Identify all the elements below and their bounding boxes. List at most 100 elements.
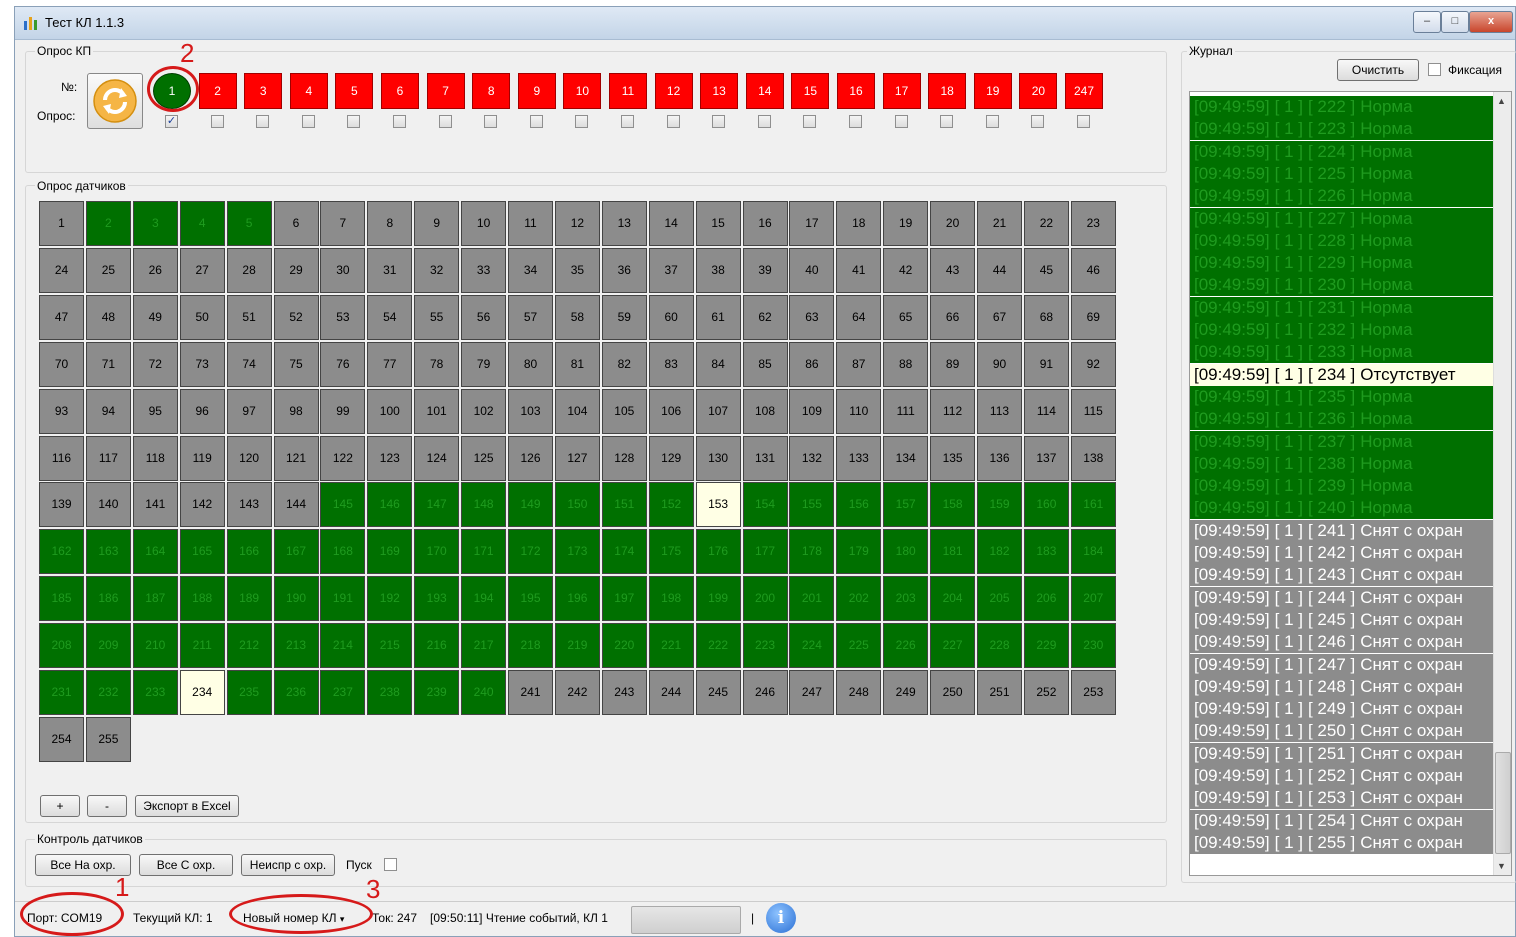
sensor-cell[interactable]: 100 [367, 388, 413, 434]
sensor-cell[interactable]: 69 [1070, 294, 1116, 340]
sensor-cell[interactable]: 10 [461, 201, 507, 246]
sensor-cell[interactable]: 65 [883, 294, 929, 340]
sensor-cell[interactable]: 146 [367, 482, 413, 528]
sensor-cell[interactable]: 188 [179, 576, 225, 622]
sensor-cell[interactable]: 79 [461, 341, 507, 387]
sensor-cell[interactable]: 30 [320, 247, 366, 293]
kp-poll-checkbox[interactable] [393, 115, 406, 128]
sensor-cell[interactable]: 67 [977, 294, 1022, 340]
sensor-cell[interactable]: 244 [648, 670, 694, 715]
sensor-cell[interactable]: 154 [742, 482, 788, 528]
sensor-cell[interactable]: 216 [414, 623, 460, 669]
sensor-cell[interactable]: 46 [1070, 247, 1116, 293]
sensor-cell[interactable]: 197 [601, 576, 647, 622]
sensor-cell[interactable]: 131 [742, 435, 788, 481]
sensor-cell[interactable]: 211 [179, 623, 225, 669]
sensor-cell[interactable]: 78 [414, 341, 460, 387]
sensor-cell[interactable]: 123 [367, 435, 413, 481]
sensor-cell[interactable]: 245 [695, 670, 741, 715]
sensor-cell[interactable]: 115 [1070, 388, 1116, 434]
kp-poll-checkbox[interactable] [757, 115, 771, 128]
sensor-cell[interactable]: 15 [695, 201, 741, 246]
sensor-cell[interactable]: 228 [977, 623, 1022, 669]
sensor-cell[interactable]: 39 [742, 247, 788, 293]
sensor-cell[interactable]: 72 [132, 341, 178, 387]
journal-log[interactable]: [09:49:59][ 1 ][ 222 ] Норма [09:49:59][ 1… [1189, 91, 1512, 876]
sensor-cell[interactable]: 192 [367, 576, 413, 622]
sensor-cell[interactable]: 183 [1023, 529, 1069, 575]
kp-poll-checkbox[interactable] [256, 115, 270, 128]
sensor-cell[interactable]: 88 [883, 341, 929, 387]
sensor-cell[interactable]: 182 [977, 529, 1022, 575]
sensor-cell[interactable]: 128 [601, 435, 647, 481]
sensor-cell[interactable]: 1 [39, 201, 84, 246]
sensor-cell[interactable]: 9 [414, 201, 460, 246]
sensor-cell[interactable]: 97 [226, 388, 272, 434]
sensor-cell[interactable]: 253 [1070, 670, 1116, 715]
sensor-cell[interactable]: 160 [1023, 482, 1069, 528]
sensor-cell[interactable]: 169 [367, 529, 413, 575]
sensor-cell[interactable]: 121 [273, 435, 319, 481]
sensor-cell[interactable]: 23 [1070, 201, 1116, 246]
sensor-cell[interactable]: 99 [320, 388, 366, 434]
sensor-cell[interactable]: 157 [883, 482, 929, 528]
sensor-cell[interactable]: 252 [1023, 670, 1069, 715]
sensor-cell[interactable]: 219 [554, 623, 600, 669]
sensor-cell[interactable]: 141 [132, 482, 178, 528]
sensor-cell[interactable]: 48 [85, 294, 131, 340]
faulty-disarmed-button[interactable]: Неиспр с охр. [241, 854, 335, 876]
kp-poll-checkbox[interactable] [210, 115, 224, 128]
sensor-cell[interactable]: 153 [695, 482, 741, 528]
sensor-cell[interactable]: 107 [695, 388, 741, 434]
sensor-cell[interactable]: 248 [836, 670, 882, 715]
kp-poll-checkbox[interactable] [849, 115, 862, 128]
kp-item[interactable]: 6 [381, 73, 419, 109]
sensor-cell[interactable]: 47 [39, 294, 84, 340]
scroll-thumb[interactable] [1495, 752, 1511, 854]
kp-item[interactable]: 19 [973, 73, 1012, 109]
sensor-cell[interactable]: 247 [789, 670, 835, 715]
kp-item[interactable]: 15 [791, 73, 830, 109]
sensor-cell[interactable]: 18 [836, 201, 882, 246]
sensor-cell[interactable]: 17 [789, 201, 835, 246]
sensor-cell[interactable]: 104 [554, 388, 600, 434]
sensor-cell[interactable]: 172 [508, 529, 553, 575]
kp-poll-checkbox[interactable] [894, 115, 908, 128]
sensor-cell[interactable]: 150 [554, 482, 600, 528]
kp-item[interactable]: 4 [289, 73, 328, 109]
sensor-cell[interactable]: 226 [883, 623, 929, 669]
kp-item[interactable]: 5 [335, 73, 374, 109]
kp-poll-checkbox[interactable] [621, 115, 634, 128]
sensor-cell[interactable]: 129 [648, 435, 694, 481]
sensor-cell[interactable]: 58 [554, 294, 600, 340]
sensor-cell[interactable]: 181 [930, 529, 976, 575]
sensor-cell[interactable]: 110 [836, 388, 882, 434]
sensor-cell[interactable]: 138 [1070, 435, 1116, 481]
sensor-cell[interactable]: 49 [132, 294, 178, 340]
sensor-cell[interactable]: 227 [930, 623, 976, 669]
sensor-cell[interactable]: 249 [883, 670, 929, 715]
sensor-cell[interactable]: 241 [508, 670, 553, 715]
sensor-cell[interactable]: 190 [273, 576, 319, 622]
sensor-cell[interactable]: 240 [461, 670, 507, 715]
sensor-cell[interactable]: 28 [226, 247, 272, 293]
sensor-cell[interactable]: 179 [836, 529, 882, 575]
sensor-cell[interactable]: 251 [977, 670, 1022, 715]
sensor-cell[interactable]: 91 [1023, 341, 1069, 387]
sensor-cell[interactable]: 81 [554, 341, 600, 387]
sensor-cell[interactable]: 200 [742, 576, 788, 622]
sensor-cell[interactable]: 24 [39, 247, 84, 293]
sensor-cell[interactable]: 77 [367, 341, 413, 387]
sensor-cell[interactable]: 52 [273, 294, 319, 340]
sensor-cell[interactable]: 234 [179, 670, 225, 715]
sensor-cell[interactable]: 130 [695, 435, 741, 481]
minus-button[interactable]: - [87, 795, 127, 817]
sensor-cell[interactable]: 38 [695, 247, 741, 293]
sensor-cell[interactable]: 193 [414, 576, 460, 622]
sensor-cell[interactable]: 19 [883, 201, 929, 246]
kp-item[interactable]: 7 [426, 73, 465, 109]
sensor-cell[interactable]: 142 [179, 482, 225, 528]
maximize-button[interactable]: □ [1441, 11, 1469, 33]
sensor-cell[interactable]: 223 [742, 623, 788, 669]
sensor-cell[interactable]: 22 [1023, 201, 1069, 246]
